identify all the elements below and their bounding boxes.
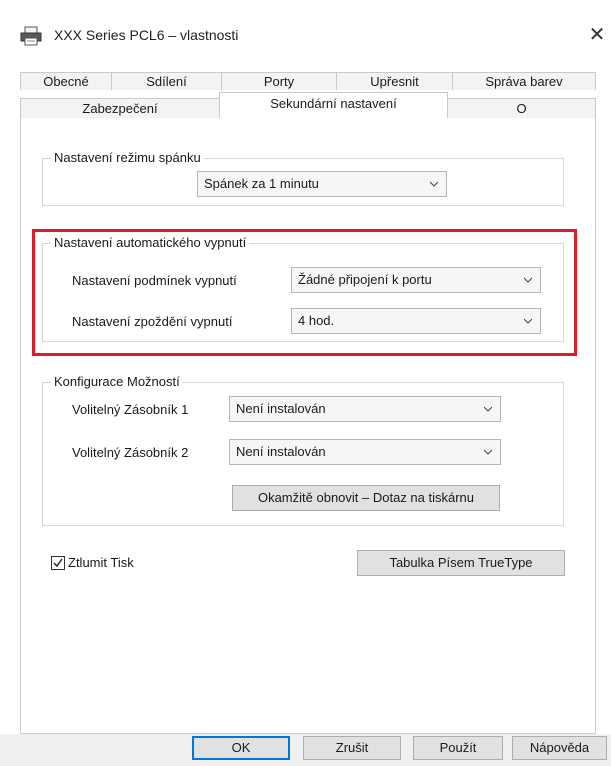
tab-advanced[interactable]: Upřesnit	[336, 72, 453, 90]
tray2-value: Není instalován	[236, 444, 326, 459]
ok-button[interactable]: OK	[192, 736, 290, 760]
tab-label: Zabezpečení	[82, 101, 158, 116]
tab-ports[interactable]: Porty	[221, 72, 337, 90]
chevron-down-icon	[484, 449, 492, 455]
printer-icon	[20, 26, 42, 46]
tray1-value: Není instalován	[236, 401, 326, 416]
title-bar: XXX Series PCL6 – vlastnosti ✕	[0, 0, 611, 62]
tab-label: Porty	[263, 74, 295, 89]
tab-label: Sekundární nastavení	[270, 96, 397, 111]
sleep-mode-legend: Nastavení režimu spánku	[51, 150, 204, 165]
sleep-mode-value: Spánek za 1 minutu	[204, 176, 319, 191]
tray2-select[interactable]: Není instalován	[229, 439, 501, 465]
close-button[interactable]: ✕	[585, 22, 609, 48]
tray2-label: Volitelný Zásobník 2	[72, 445, 189, 460]
highlight-box	[32, 229, 577, 356]
tab-label: Správa barev	[485, 74, 563, 89]
tab-label: O	[516, 101, 527, 116]
sleep-mode-select[interactable]: Spánek za 1 minutu	[197, 171, 447, 197]
tray1-select[interactable]: Není instalován	[229, 396, 501, 422]
chevron-down-icon	[430, 181, 438, 187]
mute-print-label: Ztlumit Tisk	[68, 555, 134, 570]
tab-label: Sdílení	[146, 74, 187, 89]
apply-button[interactable]: Použít	[413, 736, 503, 760]
tab-label: Upřesnit	[370, 74, 419, 89]
options-legend: Konfigurace Možností	[51, 374, 183, 389]
help-button[interactable]: Nápověda	[512, 736, 607, 760]
refresh-query-button[interactable]: Okamžitě obnovit – Dotaz na tiskárnu	[232, 485, 500, 511]
tab-sharing[interactable]: Sdílení	[111, 72, 222, 90]
tray1-label: Volitelný Zásobník 1	[72, 402, 189, 417]
tab-secondary-settings[interactable]: Sekundární nastavení	[219, 92, 448, 118]
checkmark-icon	[53, 558, 63, 568]
tab-color-management[interactable]: Správa barev	[452, 72, 596, 90]
tab-about[interactable]: O	[447, 98, 596, 118]
window-title: XXX Series PCL6 – vlastnosti	[54, 27, 239, 43]
mute-print-checkbox[interactable]	[51, 556, 65, 570]
chevron-down-icon	[484, 406, 492, 412]
tab-general[interactable]: Obecné	[20, 72, 112, 90]
tab-security[interactable]: Zabezpečení	[20, 98, 220, 118]
truetype-font-table-button[interactable]: Tabulka Písem TrueType	[357, 550, 565, 576]
tab-label: Obecné	[43, 74, 89, 89]
cancel-button[interactable]: Zrušit	[303, 736, 401, 760]
close-icon: ✕	[588, 24, 606, 46]
